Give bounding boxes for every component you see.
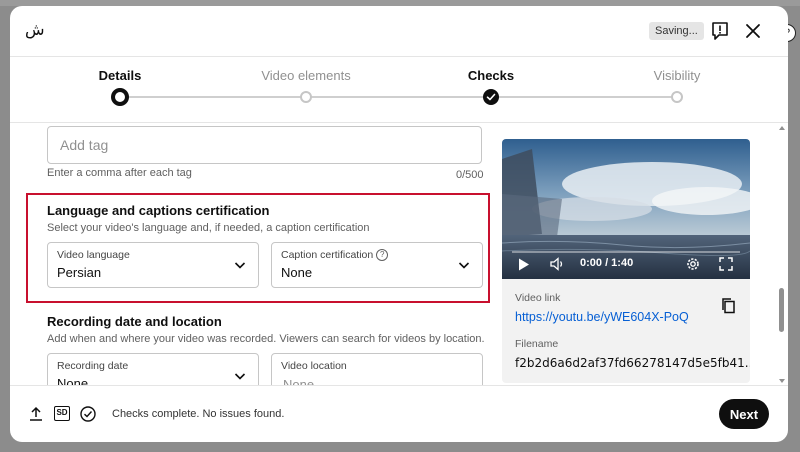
checks-status: Checks complete. No issues found. <box>112 408 285 420</box>
upload-icon <box>30 406 42 421</box>
step-visibility-indicator[interactable] <box>671 91 683 103</box>
step-visibility-label[interactable]: Visibility <box>617 68 737 83</box>
step-checks-indicator[interactable] <box>483 89 499 105</box>
filename-label: Filename <box>515 338 559 350</box>
channel-name: ش <box>25 20 45 39</box>
volume-icon[interactable] <box>550 257 566 271</box>
language-captions-section: Language and captions certification Sele… <box>26 193 490 303</box>
check-circle-icon <box>80 406 96 422</box>
details-content: Add tag Enter a comma after each tag 0/5… <box>10 123 788 386</box>
video-controls: 0:00 / 1:40 <box>502 249 750 279</box>
chevron-down-icon <box>234 262 246 269</box>
settings-icon[interactable] <box>685 256 701 272</box>
video-link[interactable]: https://youtu.be/yWE604X-PoQ <box>515 310 689 324</box>
caption-certification-label: Caption certification? <box>281 249 389 261</box>
content-scrollbar[interactable] <box>776 123 788 386</box>
step-details-indicator[interactable] <box>111 88 129 106</box>
tags-input[interactable]: Add tag <box>47 126 482 164</box>
fullscreen-icon[interactable] <box>719 257 733 271</box>
step-checks-label[interactable]: Checks <box>431 68 551 83</box>
filename-value: f2b2d6a6d2af37fd66278147d5e5fb41... <box>515 356 750 370</box>
step-video-elements-indicator[interactable] <box>300 91 312 103</box>
video-preview-card: 0:00 / 1:40 Video link https://youtu.be/… <box>502 139 750 383</box>
language-section-description: Select your video's language and, if nee… <box>47 222 370 234</box>
copy-icon[interactable] <box>720 297 738 315</box>
report-flag-icon[interactable] <box>710 21 730 41</box>
next-button[interactable]: Next <box>719 399 769 429</box>
scroll-down-arrow[interactable] <box>779 379 785 383</box>
caption-certification-value: None <box>281 265 313 280</box>
video-location-input[interactable]: Video location None <box>271 353 483 386</box>
caption-certification-select[interactable]: Caption certification? None <box>271 242 483 288</box>
video-link-label: Video link <box>515 292 561 304</box>
dialog-footer: SD Checks complete. No issues found. Nex… <box>10 385 788 442</box>
tags-placeholder: Add tag <box>60 137 109 153</box>
recording-date-label: Recording date <box>57 360 129 372</box>
tags-counter: 0/500 <box>456 169 484 181</box>
video-language-label: Video language <box>57 249 130 261</box>
saving-badge: Saving... <box>649 22 704 40</box>
sd-icon: SD <box>54 406 70 421</box>
progress-stepper: Details Video elements Checks Visibility <box>10 56 788 123</box>
video-location-label: Video location <box>281 360 347 372</box>
stepper-track <box>120 96 677 98</box>
video-language-select[interactable]: Video language Persian <box>47 242 259 288</box>
step-details-label[interactable]: Details <box>60 68 180 83</box>
dialog-header: ش Saving... <box>10 6 788 57</box>
play-icon[interactable] <box>518 258 530 271</box>
video-progress-bar[interactable] <box>512 251 740 253</box>
recording-date-select[interactable]: Recording date None <box>47 353 259 386</box>
scroll-thumb[interactable] <box>779 288 784 332</box>
scroll-up-arrow[interactable] <box>779 126 785 130</box>
upload-dialog: ش Saving... Details Video elements Check… <box>10 6 788 442</box>
step-video-elements-label[interactable]: Video elements <box>246 68 366 83</box>
check-icon <box>486 93 496 101</box>
chevron-down-icon <box>234 373 246 380</box>
help-circle-icon[interactable]: ? <box>376 249 389 261</box>
language-section-title: Language and captions certification <box>47 203 270 218</box>
video-player[interactable]: 0:00 / 1:40 <box>502 139 750 279</box>
recording-section-title: Recording date and location <box>47 314 222 329</box>
close-icon[interactable] <box>743 21 763 41</box>
tags-hint: Enter a comma after each tag <box>47 167 192 179</box>
video-time: 0:00 / 1:40 <box>580 257 634 269</box>
video-language-value: Persian <box>57 265 102 280</box>
chevron-down-icon <box>458 262 470 269</box>
caption-certification-label-text: Caption certification <box>281 249 374 261</box>
recording-section-description: Add when and where your video was record… <box>47 333 485 345</box>
